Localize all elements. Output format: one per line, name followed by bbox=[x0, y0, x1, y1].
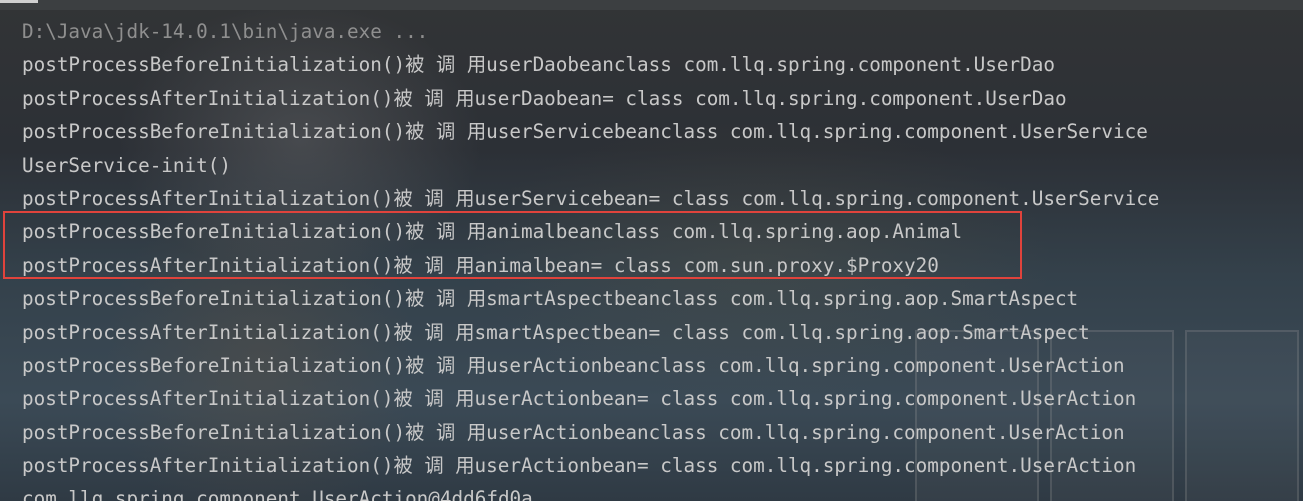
console-tab[interactable] bbox=[0, 0, 38, 3]
console-line: postProcessAfterInitialization()被 调 用use… bbox=[22, 387, 1137, 411]
console-command-line: D:\Java\jdk-14.0.1\bin\java.exe ... bbox=[22, 20, 429, 43]
console-line: postProcessAfterInitialization()被 调 用use… bbox=[22, 86, 1067, 110]
console-line: postProcessBeforeInitialization()被 调 用sm… bbox=[22, 287, 1079, 311]
background-decoration bbox=[1185, 330, 1299, 501]
console-output-panel: D:\Java\jdk-14.0.1\bin\java.exe ... post… bbox=[0, 0, 1303, 501]
console-line: postProcessAfterInitialization()被 调 用sma… bbox=[22, 320, 1090, 344]
highlight-box bbox=[3, 211, 1022, 279]
console-line: postProcessBeforeInitialization()被 调 用us… bbox=[22, 120, 1148, 144]
console-line: postProcessAfterInitialization()被 调 用use… bbox=[22, 454, 1137, 478]
console-tab-strip bbox=[0, 0, 1303, 10]
console-line: postProcessBeforeInitialization()被 调 用us… bbox=[22, 353, 1125, 377]
console-line: UserService-init() bbox=[22, 153, 231, 177]
console-line: com.llq.spring.component.UserAction@4dd6… bbox=[22, 487, 533, 501]
console-line: postProcessBeforeInitialization()被 调 用us… bbox=[22, 53, 1055, 77]
console-line: postProcessBeforeInitialization()被 调 用us… bbox=[22, 420, 1125, 444]
